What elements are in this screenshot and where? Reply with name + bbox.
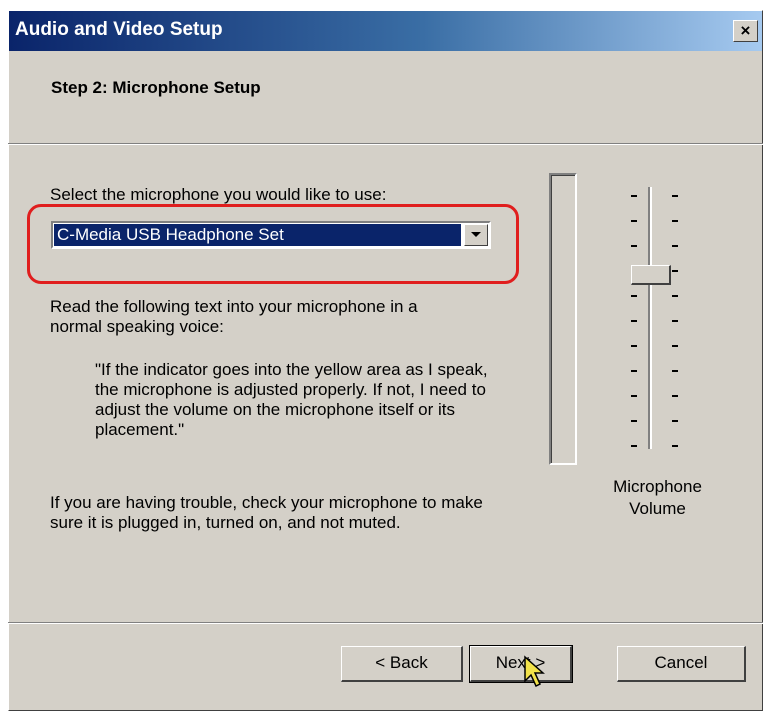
volume-tick [672, 420, 678, 422]
volume-ticks-left [631, 195, 639, 455]
volume-ticks-right [672, 195, 680, 455]
step-title: Step 2: Microphone Setup [51, 78, 261, 97]
read-instruction-text: Read the following text into your microp… [50, 297, 418, 336]
footer-divider [8, 622, 763, 624]
volume-tick [672, 345, 678, 347]
back-button[interactable]: < Back [341, 646, 463, 682]
wizard-header: Step 2: Microphone Setup [9, 51, 762, 155]
volume-tick [631, 395, 637, 397]
select-microphone-label: Select the microphone you would like to … [50, 185, 387, 204]
volume-tick [631, 370, 637, 372]
troubleshoot-text: If you are having trouble, check your mi… [50, 493, 483, 532]
volume-tick [631, 320, 637, 322]
cancel-button[interactable]: Cancel [617, 646, 746, 682]
volume-tick [631, 295, 637, 297]
volume-tick [631, 420, 637, 422]
volume-tick [631, 345, 637, 347]
header-divider [8, 143, 763, 145]
mouse-cursor-icon [524, 655, 545, 688]
sample-quote-text: "If the indicator goes into the yellow a… [95, 360, 488, 439]
volume-slider-thumb[interactable] [631, 265, 671, 285]
volume-tick [631, 245, 637, 247]
volume-tick [672, 245, 678, 247]
volume-tick [672, 320, 678, 322]
volume-tick [672, 270, 678, 272]
volume-tick [631, 220, 637, 222]
microphone-volume-label: Microphone Volume [613, 477, 702, 518]
microphone-select-value: C-Media USB Headphone Set [54, 224, 461, 246]
volume-tick [672, 295, 678, 297]
volume-tick [631, 445, 637, 447]
title-bar[interactable]: Audio and Video Setup × [9, 11, 762, 51]
volume-tick [672, 370, 678, 372]
next-button[interactable]: Next > [469, 645, 573, 683]
volume-slider-track[interactable] [648, 187, 652, 449]
volume-tick [672, 445, 678, 447]
volume-tick [672, 220, 678, 222]
close-button[interactable]: × [733, 20, 758, 42]
chevron-down-icon[interactable] [464, 224, 488, 246]
volume-tick [672, 195, 678, 197]
microphone-select[interactable]: C-Media USB Headphone Set [51, 221, 491, 249]
level-meter [549, 173, 577, 465]
volume-tick [631, 195, 637, 197]
window-title: Audio and Video Setup [15, 19, 223, 40]
volume-tick [672, 395, 678, 397]
